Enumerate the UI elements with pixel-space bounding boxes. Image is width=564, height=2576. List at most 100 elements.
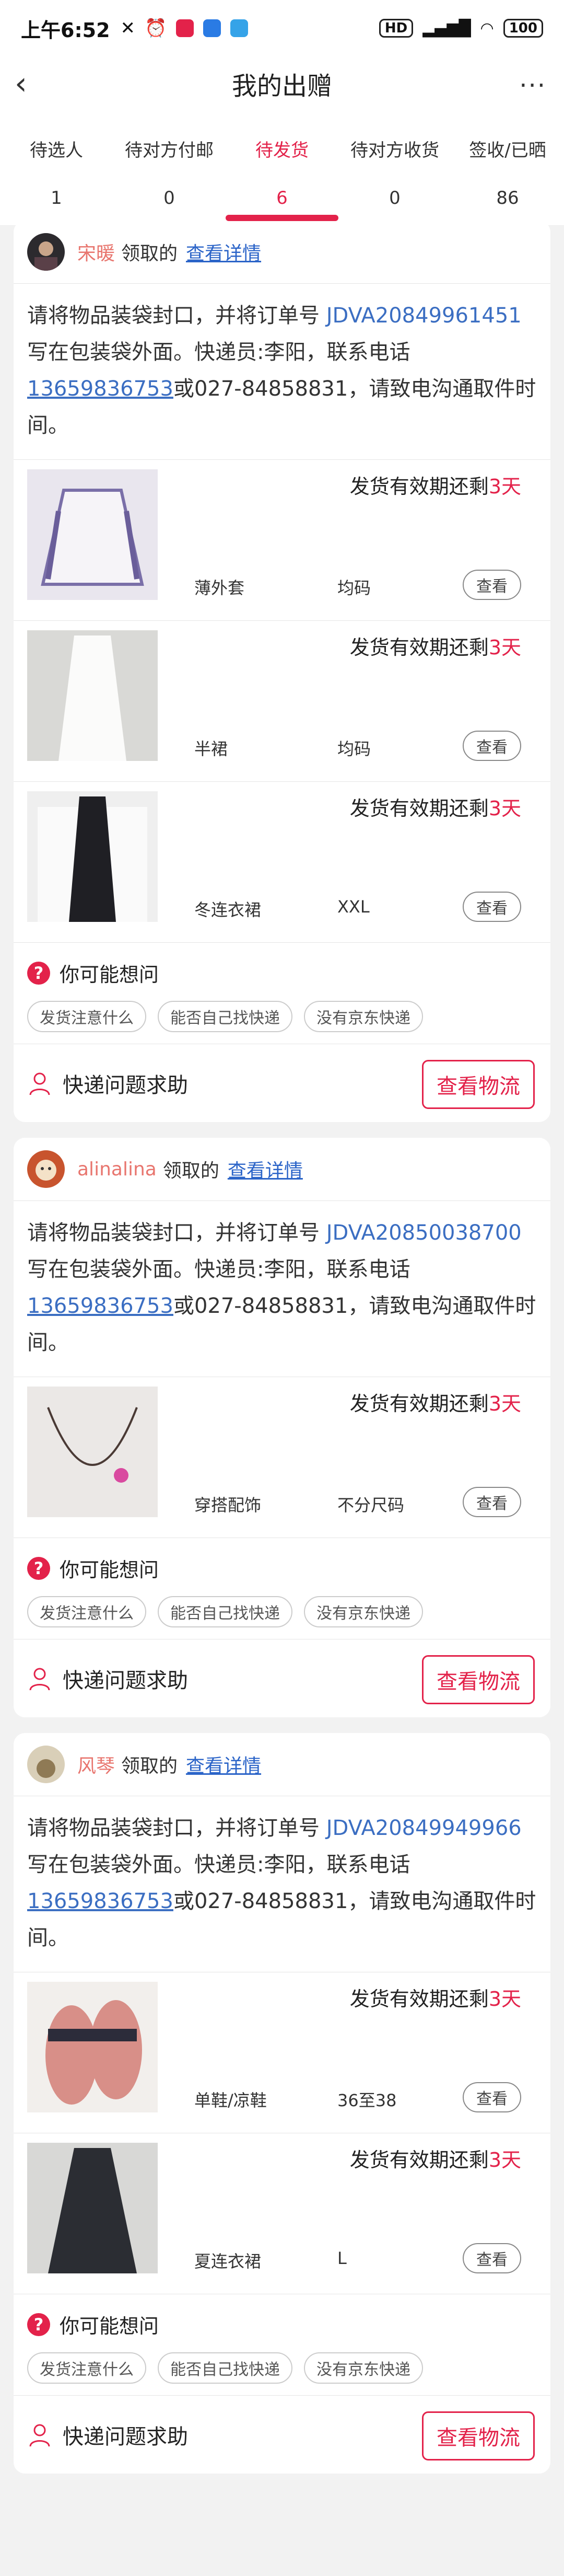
- view-item-button[interactable]: 查看: [463, 2243, 521, 2273]
- view-item-button[interactable]: 查看: [463, 1487, 521, 1517]
- view-item-button[interactable]: 查看: [463, 2082, 521, 2112]
- item-row[interactable]: 发货有效期还剩3天 穿搭配饰 不分尺码 查看: [14, 1377, 550, 1538]
- ship-deadline: 发货有效期还剩3天: [350, 2144, 521, 2173]
- deadline-days: 3天: [488, 475, 521, 498]
- avatar[interactable]: [27, 1150, 65, 1188]
- ship-deadline: 发货有效期还剩3天: [350, 792, 521, 821]
- tab-label: 待选人: [30, 140, 83, 161]
- view-detail-link[interactable]: 查看详情: [186, 1751, 261, 1778]
- claimer-name[interactable]: 宋暖: [77, 238, 115, 265]
- person-icon: [29, 2424, 50, 2446]
- claimed-text: 领取的: [162, 1160, 219, 1182]
- navbar: ‹ 我的出赠 ···: [0, 56, 564, 111]
- order-header: 宋暖 领取的 查看详情: [14, 221, 550, 283]
- status-right: HD ▂▄▆█ ◠ 100: [379, 19, 543, 38]
- ship-deadline: 发货有效期还剩3天: [350, 1388, 521, 1416]
- view-logistics-button[interactable]: 查看物流: [422, 2411, 535, 2461]
- view-item-button[interactable]: 查看: [463, 731, 521, 761]
- courier-help-row: 快递问题求助 查看物流: [14, 2395, 550, 2474]
- faq-chip[interactable]: 发货注意什么: [27, 1001, 146, 1032]
- courier-phone-link[interactable]: 13659836753: [27, 1889, 173, 1913]
- faq-section: ? 你可能想问 发货注意什么 能否自己找快递 没有京东快递: [14, 942, 550, 1044]
- avatar[interactable]: [27, 233, 65, 271]
- item-image-summer-dress: [27, 2143, 158, 2273]
- item-size: 不分尺码: [337, 1495, 405, 1515]
- item-row[interactable]: 发货有效期还剩3天 薄外套 均码 查看: [14, 459, 550, 620]
- faq-chip[interactable]: 发货注意什么: [27, 1596, 146, 1627]
- faq-chip[interactable]: 没有京东快递: [304, 1596, 423, 1627]
- hd-icon: HD: [379, 19, 414, 38]
- order-header: 风琴 领取的 查看详情: [14, 1733, 550, 1796]
- courier-phone-link[interactable]: 13659836753: [27, 1294, 173, 1318]
- tab-count: 0: [163, 188, 175, 209]
- faq-chip[interactable]: 能否自己找快递: [158, 2352, 292, 2384]
- courier-help-link[interactable]: 快递问题求助: [63, 1664, 188, 1694]
- view-detail-link[interactable]: 查看详情: [186, 238, 261, 265]
- more-icon[interactable]: ···: [519, 71, 546, 100]
- claimer-name[interactable]: alinalina: [77, 1159, 157, 1180]
- status-bar: 上午6:52 ✕ ⏰ HD ▂▄▆█ ◠ 100: [0, 0, 564, 56]
- item-row[interactable]: 发货有效期还剩3天 冬连衣裙 XXL 查看: [14, 781, 550, 942]
- faq-chip[interactable]: 没有京东快递: [304, 2352, 423, 2384]
- tab-waiting-receive[interactable]: 待对方收货 0: [338, 111, 451, 225]
- app-notification-icon: [176, 19, 194, 37]
- deadline-days: 3天: [488, 1988, 521, 2011]
- item-row[interactable]: 发货有效期还剩3天 半裙 均码 查看: [14, 620, 550, 781]
- item-row[interactable]: 发货有效期还剩3天 单鞋/凉鞋 36至38 查看: [14, 1972, 550, 2133]
- faq-chip[interactable]: 没有京东快递: [304, 1001, 423, 1032]
- view-logistics-button[interactable]: 查看物流: [422, 1655, 535, 1704]
- claimer-name[interactable]: 风琴: [77, 1751, 115, 1778]
- tab-label: 待对方收货: [350, 140, 439, 161]
- notice-text: 写在包装袋外面。快递员:李阳，联系电话: [27, 1853, 410, 1877]
- faq-title-text: 你可能想问: [60, 963, 159, 986]
- view-item-button[interactable]: 查看: [463, 570, 521, 600]
- tab-waiting-ship[interactable]: 待发货 6: [226, 111, 338, 225]
- deadline-days: 3天: [488, 2148, 521, 2171]
- item-name: 半裙: [194, 739, 228, 759]
- view-detail-link[interactable]: 查看详情: [228, 1156, 303, 1183]
- tab-label: 待对方付邮: [125, 140, 214, 161]
- shipping-notice: 请将物品装袋封口，并将订单号 JDVA20849949966 写在包装袋外面。快…: [14, 1796, 550, 1972]
- faq-section: ? 你可能想问 发货注意什么 能否自己找快递 没有京东快递: [14, 1538, 550, 1639]
- question-icon: ?: [27, 2313, 50, 2336]
- tab-waiting-postage[interactable]: 待对方付邮 0: [113, 111, 226, 225]
- faq-chip[interactable]: 发货注意什么: [27, 2352, 146, 2384]
- deadline-text: 发货有效期还剩: [349, 797, 489, 820]
- courier-help-row: 快递问题求助 查看物流: [14, 1639, 550, 1717]
- item-image-dress: [27, 791, 158, 922]
- notice-text: 请将物品装袋封口，并将订单号: [27, 304, 326, 328]
- person-icon: [29, 1668, 50, 1690]
- view-logistics-button[interactable]: 查看物流: [422, 1060, 535, 1109]
- question-icon: ?: [27, 961, 50, 985]
- courier-phone-link[interactable]: 13659836753: [27, 377, 173, 401]
- order-header: alinalina 领取的 查看详情: [14, 1138, 550, 1200]
- ship-deadline: 发货有效期还剩3天: [350, 470, 521, 499]
- faq-title: ? 你可能想问: [27, 1554, 537, 1582]
- courier-help-link[interactable]: 快递问题求助: [63, 1068, 188, 1099]
- faq-chip[interactable]: 能否自己找快递: [158, 1001, 292, 1032]
- tab-signed[interactable]: 签收/已晒 86: [451, 111, 564, 225]
- courier-help-link[interactable]: 快递问题求助: [63, 2420, 188, 2450]
- tab-waiting-select[interactable]: 待选人 1: [0, 111, 113, 225]
- deadline-days: 3天: [488, 1392, 521, 1415]
- item-size: 均码: [337, 739, 371, 759]
- signal-icon: ▂▄▆█: [422, 19, 471, 38]
- faq-chip[interactable]: 能否自己找快递: [158, 1596, 292, 1627]
- tab-count: 0: [389, 188, 401, 209]
- person-icon: [29, 1072, 50, 1095]
- faq-chips: 发货注意什么 能否自己找快递 没有京东快递: [27, 1001, 537, 1032]
- item-size: 36至38: [337, 2090, 397, 2110]
- notice-text: 写在包装袋外面。快递员:李阳，联系电话: [27, 1257, 410, 1281]
- wifi-icon: ◠: [480, 19, 494, 38]
- tab-count: 86: [496, 188, 519, 209]
- view-item-button[interactable]: 查看: [463, 892, 521, 922]
- question-icon: ?: [27, 1556, 50, 1580]
- deadline-text: 发货有效期还剩: [349, 1988, 489, 2011]
- courier-help-row: 快递问题求助 查看物流: [14, 1044, 550, 1122]
- avatar[interactable]: [27, 1746, 65, 1783]
- faq-title-text: 你可能想问: [60, 1558, 159, 1581]
- item-image-jacket: [27, 469, 158, 600]
- deadline-text: 发货有效期还剩: [349, 636, 489, 659]
- item-row[interactable]: 发货有效期还剩3天 夏连衣裙 L 查看: [14, 2133, 550, 2294]
- back-icon[interactable]: ‹: [15, 68, 27, 99]
